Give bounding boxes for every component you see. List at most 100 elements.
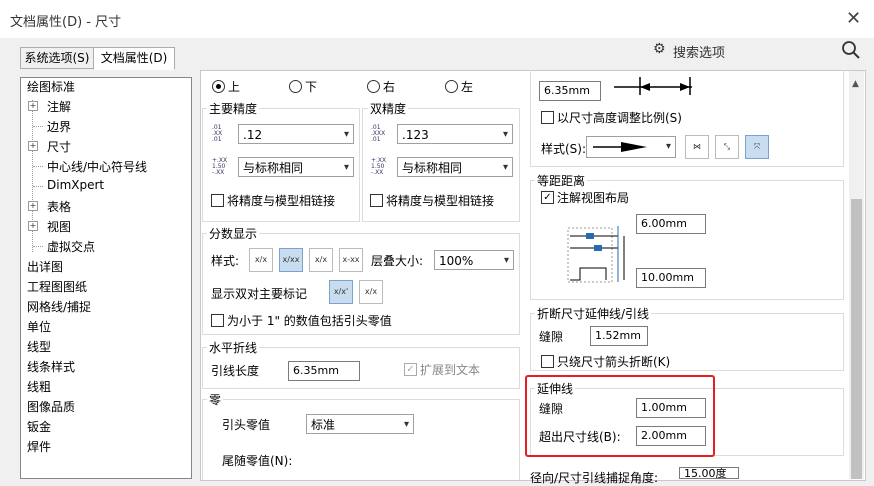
break-arrows-only-checkbox[interactable] (541, 355, 554, 368)
title-bar: 文档属性(D) - 尺寸 ✕ (0, 0, 874, 38)
gear-icon: ⚙ (653, 41, 666, 57)
tree-item-dimxpert[interactable]: DimXpert (47, 178, 104, 192)
fraction-style-diagonal-button[interactable]: x/x (309, 248, 333, 272)
leading-zero-checkbox[interactable] (211, 314, 224, 327)
primary-link-label: 将精度与模型相链接 (227, 194, 336, 208)
tree-item-centerlines[interactable]: 中心线/中心符号线 (47, 158, 147, 175)
tree-item-virtual-sharps[interactable]: 虚拟交点 (47, 238, 95, 255)
dual-fraction-diagonal-button[interactable]: x/x (359, 280, 383, 304)
radio-below-label: 下 (305, 80, 318, 94)
fraction-style-horizontal-button[interactable]: x-xx (339, 248, 363, 272)
offset-distances-title: 等距距离 (535, 172, 588, 189)
close-icon[interactable]: ✕ (846, 8, 861, 29)
break-gap-field[interactable]: 1.52mm (590, 326, 648, 346)
arrow-inside-button[interactable]: ⤡ (715, 135, 739, 159)
expand-icon[interactable]: + (28, 221, 38, 231)
vertical-scrollbar[interactable]: ▲ (849, 71, 864, 479)
tree-item-units[interactable]: 单位 (27, 318, 51, 335)
radio-below[interactable] (289, 80, 302, 93)
offset-diagram (567, 226, 625, 283)
tree-item-grid[interactable]: 网格线/捕捉 (27, 298, 91, 315)
extend-to-text-checkbox[interactable]: ✓ (404, 363, 417, 376)
search-box[interactable]: ⚙ 搜索选项 (651, 39, 863, 61)
break-arrows-only-label: 只绕尺寸箭头折断(K) (557, 355, 671, 369)
options-tree[interactable]: 绘图标准 + 注解 边界 + 尺寸 中心线/中心符号线 DimXpert + 表… (20, 77, 192, 479)
arrow-outside-button[interactable]: ⋈ (685, 135, 709, 159)
dual-link-label: 将精度与模型相链接 (386, 194, 495, 208)
dual-fraction-stacked-button[interactable]: x/x' (329, 280, 353, 304)
expand-icon[interactable]: + (28, 201, 38, 211)
radial-snap-label: 径向/尺寸引线捕捉角度: (530, 471, 659, 485)
stack-size-label: 层叠大小: (371, 254, 424, 268)
radio-right[interactable] (367, 80, 380, 93)
expand-icon[interactable]: + (28, 141, 38, 151)
dual-fraction-label: 显示双对主要标记 (211, 287, 308, 301)
primary-tolerance-select[interactable]: 与标称相同 ▾ (238, 157, 354, 177)
dual-tolerance-select[interactable]: 与标称相同 ▾ (397, 157, 513, 177)
primary-precision-title: 主要精度 (207, 100, 260, 117)
arrow-size-field[interactable]: 6.35mm (539, 81, 601, 101)
leading-zeros-select[interactable]: 标准 ▾ (306, 414, 414, 434)
tree-item-line-thickness[interactable]: 线粗 (27, 378, 51, 395)
use-layout-label: 注解视图布局 (557, 191, 630, 205)
tree-item-sheet-metal[interactable]: 钣金 (27, 418, 51, 435)
tab-document-properties[interactable]: 文档属性(D) (93, 47, 175, 70)
horizontal-break-title: 水平折线 (207, 339, 260, 356)
tree-item-line-font[interactable]: 线型 (27, 338, 51, 355)
leading-zero-label: 为小于 1" 的数值包括引头零值 (227, 314, 392, 328)
tree-item-border[interactable]: 边界 (47, 118, 71, 135)
tree-item-views[interactable]: 视图 (47, 218, 71, 235)
precision-icon: .01 .XXX .01 (371, 124, 386, 143)
scale-with-height-checkbox[interactable] (541, 111, 554, 124)
radio-right-label: 右 (383, 80, 396, 94)
tree-item-weldments[interactable]: 焊件 (27, 438, 51, 455)
tree-item-drawing-sheets[interactable]: 工程图图纸 (27, 278, 87, 295)
scroll-up-icon[interactable]: ▲ (852, 79, 859, 89)
expand-icon[interactable]: + (28, 101, 38, 111)
radio-above-label: 上 (228, 80, 241, 94)
tree-item-image-quality[interactable]: 图像品质 (27, 398, 75, 415)
zeros-title: 零 (207, 391, 224, 408)
arrow-smart-button[interactable]: ⤧ (745, 135, 769, 159)
break-extension-title: 折断尺寸延伸线/引线 (535, 305, 652, 322)
extend-to-text-label: 扩展到文本 (420, 363, 481, 377)
tree-item-annotations[interactable]: 注解 (47, 98, 71, 115)
dual-precision-select[interactable]: .123 ▾ (397, 124, 513, 144)
offset-distance-1-field[interactable]: 6.00mm (636, 214, 706, 234)
radio-left-label: 左 (461, 80, 474, 94)
fraction-style-none-button[interactable]: x/x (249, 248, 273, 272)
radio-above[interactable] (212, 80, 225, 93)
scale-with-height-label: 以尺寸高度调整比例(S) (557, 111, 682, 125)
search-icon[interactable] (841, 40, 861, 60)
highlight-box (525, 375, 715, 457)
leader-length-field[interactable]: 6.35mm (288, 361, 360, 381)
tree-item-tables[interactable]: 表格 (47, 198, 71, 215)
trailing-zeros-label: 尾随零值(N): (222, 454, 293, 468)
fraction-style-stacked-button[interactable]: x/xx (279, 248, 303, 272)
radio-left[interactable] (445, 80, 458, 93)
tree-item-detailing[interactable]: 出详图 (27, 258, 63, 275)
tolerance-precision-icon: +.XX 1.50 -.XX (371, 157, 387, 176)
arrow-style-label: 样式(S): (541, 142, 587, 156)
tolerance-precision-icon: +.XX 1.50 -.XX (212, 157, 228, 176)
scrollbar-thumb[interactable] (851, 199, 862, 479)
fraction-style-label: 样式: (211, 254, 240, 268)
offset-distance-2-field[interactable]: 10.00mm (636, 268, 706, 288)
tab-system-options[interactable]: 系统选项(S) (20, 47, 94, 69)
arrow-style-icon (593, 142, 647, 152)
primary-precision-select[interactable]: .12 ▾ (238, 124, 354, 144)
tree-item-line-style[interactable]: 线条样式 (27, 358, 75, 375)
arrow-size-diagram (614, 77, 692, 95)
window-title: 文档属性(D) - 尺寸 (10, 15, 122, 30)
stack-size-select[interactable]: 100% ▾ (434, 250, 514, 270)
arrow-style-select[interactable]: ▾ (586, 136, 676, 158)
tree-item-dimensions[interactable]: 尺寸 (47, 138, 71, 155)
tree-item-drafting-standard[interactable]: 绘图标准 (27, 78, 75, 95)
break-gap-label: 缝隙 (539, 330, 564, 344)
primary-link-checkbox[interactable] (211, 194, 224, 207)
use-layout-checkbox[interactable]: ✓ (541, 191, 554, 204)
search-input[interactable]: 搜索选项 (673, 42, 725, 61)
radial-snap-field[interactable]: 15.00度 (679, 467, 739, 480)
dual-link-checkbox[interactable] (370, 194, 383, 207)
leader-length-label: 引线长度 (211, 364, 260, 378)
